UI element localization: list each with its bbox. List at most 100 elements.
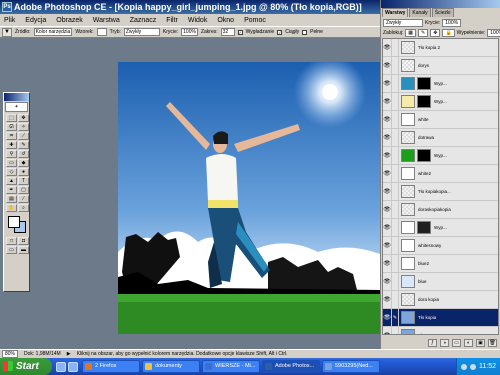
layer-thumbnail[interactable] <box>401 167 415 180</box>
add-mask-icon[interactable]: ◑ <box>440 338 449 347</box>
new-layer-icon[interactable]: ▣ <box>476 338 485 347</box>
layer-link-icon[interactable] <box>392 92 399 111</box>
layer-link-icon[interactable] <box>392 290 399 309</box>
layer-row[interactable]: 👁 Wyp... <box>383 146 498 165</box>
zoom-level[interactable]: 80% <box>2 350 19 358</box>
all-layers-checkbox[interactable] <box>302 29 308 35</box>
layer-link-icon[interactable] <box>392 182 399 201</box>
layer-link-icon[interactable]: ✎ <box>392 308 399 327</box>
menu-filter[interactable]: Filtr <box>166 17 178 24</box>
shape-tool-icon[interactable]: ▢ <box>18 186 29 194</box>
layer-thumbnail[interactable] <box>401 131 415 144</box>
layer-row[interactable]: 👁 blue <box>383 272 498 291</box>
menu-layer[interactable]: Warstwa <box>93 17 120 24</box>
layer-row[interactable]: 👁 white2 <box>383 164 498 183</box>
layer-thumbnail[interactable] <box>401 311 415 324</box>
toolbox-logo[interactable]: ✦ <box>5 102 28 112</box>
taskbar-task-button[interactable]: WIERSZE - Mi... <box>202 360 260 373</box>
layer-visibility-eye-icon[interactable]: 👁 <box>383 182 392 201</box>
layer-visibility-eye-icon[interactable]: 👁 <box>383 92 392 111</box>
layer-thumbnail[interactable] <box>401 113 415 126</box>
source-select[interactable]: Kolor narzędzia <box>33 28 73 36</box>
contiguous-checkbox[interactable]: ✓ <box>277 29 283 35</box>
foreground-color-swatch[interactable] <box>8 216 20 228</box>
healing-brush-tool-icon[interactable]: ✚ <box>6 141 17 149</box>
photoshop-app-icon[interactable]: Ps <box>2 2 12 12</box>
layer-row[interactable]: 👁 Wyp... <box>383 74 498 93</box>
magic-wand-tool-icon[interactable]: ✧ <box>18 123 29 131</box>
layer-thumbnail[interactable] <box>401 59 415 72</box>
quick-mask-mode-icon[interactable]: ◘ <box>18 237 29 245</box>
layer-visibility-eye-icon[interactable]: 👁 <box>383 146 392 165</box>
layer-thumbnail[interactable] <box>401 221 415 234</box>
taskbar-task-button[interactable]: Adobe Photos... <box>262 360 320 373</box>
layer-row[interactable]: 👁 blue2 <box>383 254 498 273</box>
layer-link-icon[interactable] <box>392 254 399 273</box>
layer-thumbnail[interactable] <box>401 275 415 288</box>
layer-visibility-eye-icon[interactable]: 👁 <box>383 56 392 75</box>
menu-edit[interactable]: Edycja <box>25 17 46 24</box>
lock-transparency-icon[interactable]: ▦ <box>405 29 417 37</box>
layer-link-icon[interactable] <box>392 110 399 129</box>
layer-row[interactable]: 👁 Wyp... <box>383 218 498 237</box>
layer-thumbnail[interactable] <box>401 185 415 198</box>
taskbar-task-button[interactable]: 5903295(Ned... <box>322 360 380 373</box>
layer-thumbnail[interactable] <box>401 95 415 108</box>
tray-network-icon[interactable] <box>461 363 467 370</box>
status-arrow-icon[interactable]: ▶ <box>67 351 71 357</box>
taskbar-task-button[interactable]: 2 Firefox <box>82 360 140 373</box>
layer-visibility-eye-icon[interactable]: 👁 <box>383 74 392 93</box>
layer-style-icon[interactable]: ƒ <box>428 338 437 347</box>
layer-thumbnail[interactable] <box>401 77 415 90</box>
quick-launch-browser-icon[interactable] <box>68 361 78 372</box>
layer-thumbnail[interactable] <box>401 293 415 306</box>
layer-link-icon[interactable] <box>392 218 399 237</box>
document-canvas[interactable] <box>118 62 380 334</box>
paint-bucket-tool-icon[interactable]: ◆ <box>18 159 29 167</box>
slice-tool-icon[interactable]: ⟋ <box>18 132 29 140</box>
paint-bucket-icon[interactable]: ▼ <box>2 27 12 37</box>
adjustment-layer-icon[interactable]: ◐ <box>464 338 473 347</box>
layer-row[interactable]: 👁 whitesnowy <box>383 236 498 255</box>
history-brush-tool-icon[interactable]: ↺ <box>18 150 29 158</box>
layer-link-icon[interactable] <box>392 56 399 75</box>
screen-mode-standard-icon[interactable]: ▭ <box>6 246 17 254</box>
layer-visibility-eye-icon[interactable]: 👁 <box>383 110 392 129</box>
blend-mode-select[interactable]: Zwykły <box>383 19 423 27</box>
layer-visibility-eye-icon[interactable]: 👁 <box>383 236 392 255</box>
menu-help[interactable]: Pomoc <box>244 17 266 24</box>
layer-visibility-eye-icon[interactable]: 👁 <box>383 218 392 237</box>
pattern-select[interactable] <box>96 28 107 36</box>
clone-stamp-tool-icon[interactable]: ⚲ <box>6 150 17 158</box>
layer-mask-thumbnail[interactable] <box>417 221 431 234</box>
screen-mode-full-icon[interactable]: ▬ <box>18 246 29 254</box>
layer-link-icon[interactable] <box>392 128 399 147</box>
lock-pixels-icon[interactable]: ✎ <box>418 29 429 37</box>
layer-link-icon[interactable] <box>392 200 399 219</box>
delete-layer-icon[interactable]: 🗑 <box>488 338 497 347</box>
layer-row[interactable]: 👁 Tło kopia 2 <box>383 39 498 57</box>
layer-row[interactable]: 👁 ✎ Tło kopia <box>383 308 498 327</box>
lasso-tool-icon[interactable]: ᘏ <box>6 123 17 131</box>
menu-select[interactable]: Zaznacz <box>130 17 156 24</box>
standard-mode-icon[interactable]: □ <box>6 237 17 245</box>
blur-tool-icon[interactable]: ◇ <box>6 168 17 176</box>
layer-link-icon[interactable] <box>392 272 399 291</box>
start-button[interactable]: Start <box>0 358 52 375</box>
dodge-tool-icon[interactable]: ● <box>18 168 29 176</box>
layer-visibility-eye-icon[interactable]: 👁 <box>383 272 392 291</box>
layer-link-icon[interactable] <box>392 236 399 255</box>
path-selection-tool-icon[interactable]: ▲ <box>6 177 17 185</box>
layer-visibility-eye-icon[interactable]: 👁 <box>383 164 392 183</box>
toolbox-title-bar[interactable] <box>4 93 29 101</box>
layer-visibility-eye-icon[interactable]: 👁 <box>383 326 392 334</box>
tab-channels[interactable]: Kanały <box>409 8 431 17</box>
opacity-input[interactable]: 100% <box>181 28 198 36</box>
menu-window[interactable]: Okno <box>217 17 234 24</box>
layer-visibility-eye-icon[interactable]: 👁 <box>383 200 392 219</box>
notes-tool-icon[interactable]: ▤ <box>6 195 17 203</box>
layer-row[interactable]: 👁 Tło kopiakopia... <box>383 182 498 201</box>
layer-row[interactable]: 👁 white <box>383 110 498 129</box>
layer-visibility-eye-icon[interactable]: 👁 <box>383 308 392 327</box>
layer-row[interactable]: 👁 doraskopiakopia <box>383 200 498 219</box>
